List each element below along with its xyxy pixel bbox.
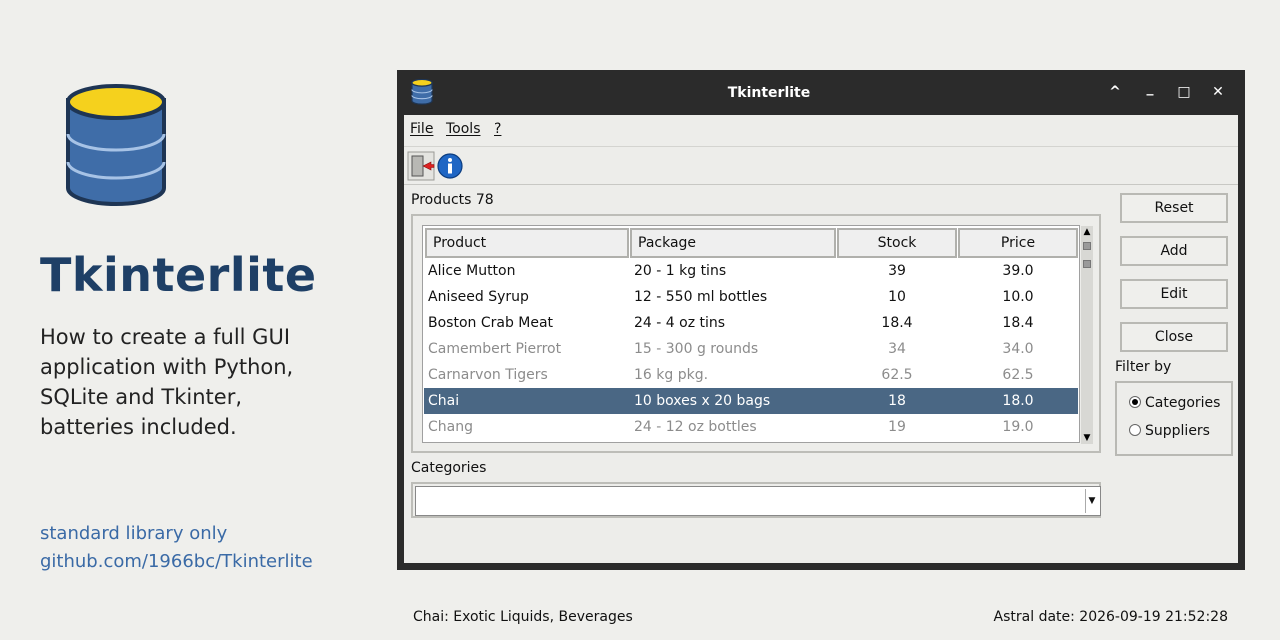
filter-option-categories[interactable]: Categories <box>1129 395 1220 411</box>
cell-package: 20 - 1 kg tins <box>634 263 727 279</box>
cell-stock: 19 <box>888 419 906 435</box>
hero-description-line: How to create a full GUI <box>40 325 291 349</box>
scroll-thumb-grip[interactable] <box>1083 260 1091 268</box>
cell-package: 12 - 550 ml bottles <box>634 289 768 305</box>
status-selection: Chai: Exotic Liquids, Beverages <box>413 609 633 625</box>
menu-file[interactable]: File <box>410 121 433 137</box>
scroll-down-arrow-icon[interactable]: ▼ <box>1081 432 1093 444</box>
cell-price: 62.5 <box>1002 367 1034 383</box>
cell-product: Chang <box>428 419 473 435</box>
table-row[interactable]: Boston Crab Meat 24 - 4 oz tins 18.4 18.… <box>424 310 1078 336</box>
exit-door-icon[interactable] <box>407 151 435 181</box>
column-header-stock[interactable]: Stock <box>837 228 957 258</box>
cell-product: Carnarvon Tigers <box>428 367 548 383</box>
cell-stock: 39 <box>888 263 906 279</box>
products-count-label: Products 78 <box>411 192 494 208</box>
column-header-price[interactable]: Price <box>958 228 1078 258</box>
cell-stock: 34 <box>888 341 906 357</box>
filter-option-label: Categories <box>1145 395 1221 411</box>
chevron-up-icon[interactable]: ^ <box>1101 78 1129 106</box>
cell-product: Chai <box>428 393 460 409</box>
cell-product: Alice Mutton <box>428 263 516 279</box>
edit-button[interactable]: Edit <box>1120 279 1228 309</box>
github-link[interactable]: github.com/1966bc/Tkinterlite <box>40 551 313 572</box>
cell-package: 16 kg pkg. <box>634 367 709 383</box>
products-frame: Product Package Stock Price Alice Mutton… <box>411 214 1101 453</box>
table-scrollbar[interactable]: ▲ ▼ <box>1081 226 1093 444</box>
close-icon[interactable]: ✕ <box>1204 78 1232 106</box>
info-icon[interactable] <box>436 151 464 181</box>
standard-library-link[interactable]: standard library only <box>40 523 227 544</box>
cell-product: Aniseed Syrup <box>428 289 529 305</box>
filter-group: Categories Suppliers <box>1115 381 1233 456</box>
categories-combobox[interactable]: ▼ <box>415 486 1101 516</box>
table-row[interactable]: Alice Mutton 20 - 1 kg tins 39 39.0 <box>424 258 1078 284</box>
cell-price: 18.4 <box>1002 315 1034 331</box>
menu-tools[interactable]: Tools <box>446 121 481 137</box>
menu-help[interactable]: ? <box>494 121 501 137</box>
column-header-package[interactable]: Package <box>630 228 836 258</box>
radio-selected-icon[interactable] <box>1129 396 1141 408</box>
hero-description-line: batteries included. <box>40 415 237 439</box>
toolbar <box>404 146 1238 185</box>
cell-package: 24 - 12 oz bottles <box>634 419 757 435</box>
add-button[interactable]: Add <box>1120 236 1228 266</box>
close-button[interactable]: Close <box>1120 322 1228 352</box>
maximize-icon[interactable]: □ <box>1170 78 1198 106</box>
app-window: Tkinterlite ^ _ □ ✕ File Tools ? Product… <box>397 70 1245 625</box>
window-title: Tkinterlite <box>727 85 811 101</box>
column-header-product[interactable]: Product <box>425 228 629 258</box>
hero-description: How to create a full GUI application wit… <box>40 322 360 442</box>
hero-title: Tkinterlite <box>40 248 317 302</box>
cell-product: Camembert Pierrot <box>428 341 562 357</box>
hero-description-line: SQLite and Tkinter, <box>40 385 243 409</box>
cell-price: 10.0 <box>1002 289 1034 305</box>
table-row[interactable]: Camembert Pierrot 15 - 300 g rounds 34 3… <box>424 336 1078 362</box>
filter-by-label: Filter by <box>1115 359 1172 375</box>
table-row-selected[interactable]: Chai 10 boxes x 20 bags 18 18.0 <box>424 388 1078 414</box>
cell-stock: 18 <box>888 393 906 409</box>
categories-frame: ▼ <box>411 482 1101 518</box>
cell-price: 34.0 <box>1002 341 1034 357</box>
cell-price: 19.0 <box>1002 419 1034 435</box>
filter-option-suppliers[interactable]: Suppliers <box>1129 423 1210 439</box>
status-date: Astral date: 2026-09-19 21:52:28 <box>993 609 1228 625</box>
cell-package: 15 - 300 g rounds <box>634 341 759 357</box>
categories-label: Categories <box>411 460 487 476</box>
table-row[interactable]: Aniseed Syrup 12 - 550 ml bottles 10 10.… <box>424 284 1078 310</box>
reset-button[interactable]: Reset <box>1120 193 1228 223</box>
scroll-thumb[interactable] <box>1083 242 1091 250</box>
cell-price: 18.0 <box>1002 393 1034 409</box>
menu-bar: File Tools ? <box>404 115 1238 145</box>
cell-package: 24 - 4 oz tins <box>634 315 726 331</box>
products-table[interactable]: Product Package Stock Price Alice Mutton… <box>422 225 1080 443</box>
table-row[interactable]: Chang 24 - 12 oz bottles 19 19.0 <box>424 414 1078 440</box>
client-area: File Tools ? Products 78 Product Package… <box>404 115 1238 625</box>
cell-price: 39.0 <box>1002 263 1034 279</box>
filter-option-label: Suppliers <box>1145 423 1210 439</box>
cell-stock: 62.5 <box>881 367 913 383</box>
chevron-down-icon[interactable]: ▼ <box>1085 489 1098 513</box>
title-bar[interactable]: Tkinterlite ^ _ □ ✕ <box>397 70 1245 114</box>
cell-stock: 18.4 <box>881 315 913 331</box>
database-logo-icon <box>66 84 166 206</box>
cell-product: Boston Crab Meat <box>428 315 554 331</box>
minimize-icon[interactable]: _ <box>1136 78 1164 106</box>
hero-description-line: application with Python, <box>40 355 294 379</box>
cell-package: 10 boxes x 20 bags <box>634 393 771 409</box>
radio-icon[interactable] <box>1129 424 1141 436</box>
table-row[interactable]: Carnarvon Tigers 16 kg pkg. 62.5 62.5 <box>424 362 1078 388</box>
scroll-up-arrow-icon[interactable]: ▲ <box>1081 226 1093 238</box>
cell-stock: 10 <box>888 289 906 305</box>
